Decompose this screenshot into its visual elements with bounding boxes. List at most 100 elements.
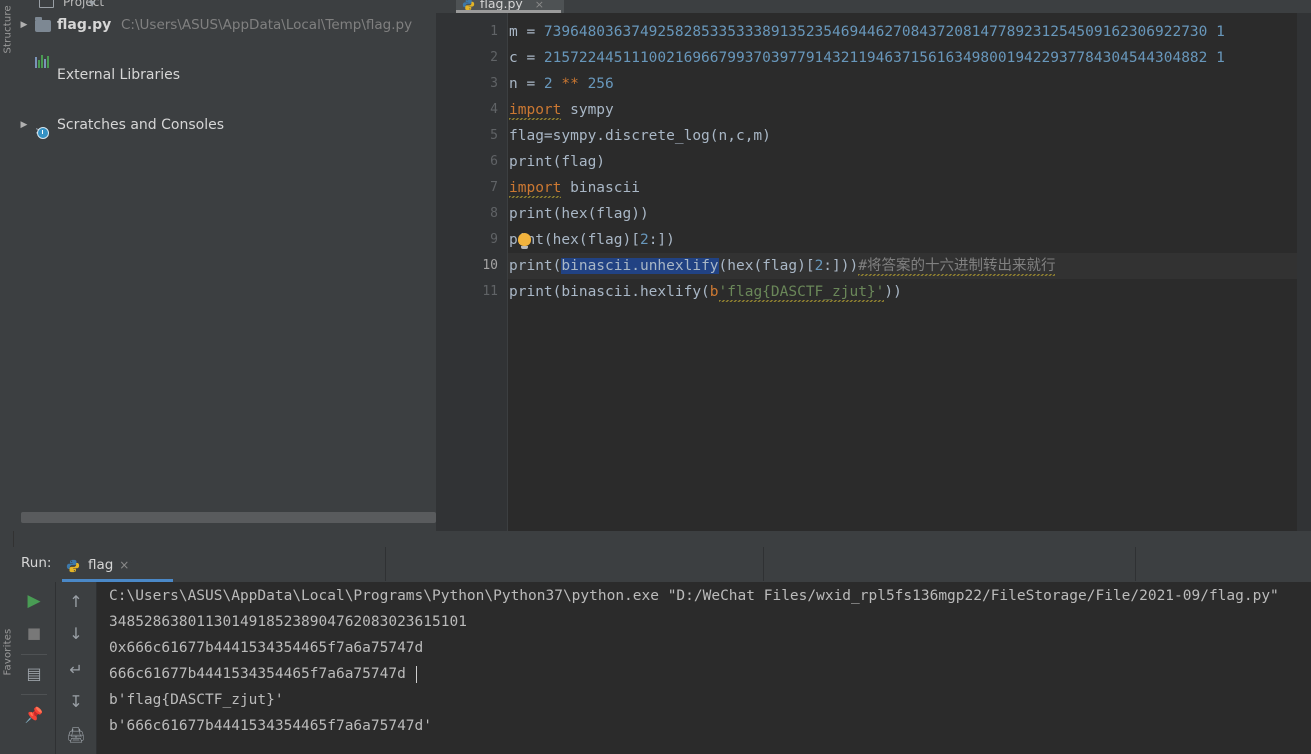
tab-bar-divider — [1135, 547, 1136, 581]
code-token: )) — [884, 284, 902, 300]
editor-tab-bar: flag.py × — [436, 0, 1311, 13]
code-token-keyword: import — [509, 102, 562, 120]
code-line-6[interactable]: print(flag) — [508, 149, 1311, 175]
code-line-7[interactable]: import binascii — [508, 175, 1311, 201]
project-horizontal-scrollbar[interactable] — [21, 512, 436, 523]
code-line-8[interactable]: print(hex(flag)) — [508, 201, 1311, 227]
run-tab-flag[interactable]: flag × — [62, 551, 137, 581]
scroll-up-button[interactable]: ↑ — [61, 586, 91, 616]
code-token: (hex(flag)[ — [718, 258, 815, 274]
project-tree-panel[interactable]: ▶ flag.py C:\Users\ASUS\AppData\Local\Te… — [13, 13, 436, 531]
line-number: 5 — [490, 128, 498, 143]
toolbar-column-divider — [55, 582, 56, 754]
libraries-icon — [35, 55, 51, 83]
line-number: 10 — [482, 258, 498, 273]
pin-tab-button[interactable]: 📌 — [19, 700, 49, 730]
code-token: print(flag) — [509, 154, 606, 170]
scroll-down-button[interactable]: ↓ — [61, 618, 91, 648]
code-token-selected[interactable]: binascii.unhexlify — [561, 258, 719, 274]
code-line-3[interactable]: n = 2 ** 256 — [508, 71, 1311, 97]
code-token: sympy — [561, 102, 614, 118]
line-number: 4 — [490, 102, 498, 117]
expand-arrow-icon[interactable]: ▶ — [17, 113, 31, 138]
tree-item-path: C:\Users\ASUS\AppData\Local\Temp\flag.py — [121, 17, 413, 33]
stop-button[interactable]: ■ — [19, 618, 49, 648]
code-token: int(hex(flag)[ — [517, 232, 640, 248]
toolbar-divider — [21, 694, 47, 695]
line-number: 6 — [490, 154, 498, 169]
scroll-to-end-button[interactable]: ↧ — [61, 686, 91, 716]
code-token: print( — [509, 258, 562, 274]
line-number: 8 — [490, 206, 498, 221]
code-token-number: 256 — [587, 76, 614, 92]
code-line-4[interactable]: import sympy — [508, 97, 1311, 123]
run-window-label: Run: — [21, 555, 52, 571]
project-window-icon — [39, 0, 54, 8]
print-button[interactable]: 🖨 — [61, 720, 91, 750]
code-line-11[interactable]: print(binascii.hexlify(b'flag{DASCTF_zju… — [508, 279, 1311, 305]
python-run-icon — [66, 559, 80, 573]
line-number: 9 — [490, 232, 498, 247]
editor-gutter[interactable]: 1 2 3 4 5 6 7 8 9 10 11 — [436, 13, 507, 531]
project-panel-title: Project — [63, 0, 105, 9]
code-line-1[interactable]: m = 739648036374925828533533389135235469… — [508, 19, 1311, 45]
run-tab-bar: Run: flag × — [13, 547, 1311, 583]
tree-item-external-libraries[interactable]: External Libraries — [13, 55, 436, 88]
line-number: 7 — [490, 180, 498, 195]
code-editor[interactable]: flag.py × 1 2 3 4 5 6 7 8 9 10 11 m = 73… — [436, 0, 1311, 531]
code-line-2[interactable]: c = 215722445111002169667993703977914321… — [508, 45, 1311, 71]
console-line: C:\Users\ASUS\AppData\Local\Programs\Pyt… — [109, 588, 1279, 604]
tree-item-label: External Libraries — [57, 67, 180, 83]
code-token-prefix: b — [709, 284, 719, 300]
code-token: print(binascii.hexlify( — [509, 284, 710, 300]
code-token-operator: ** — [552, 76, 588, 92]
code-token-string: 'flag{DASCTF_zjut}' — [718, 284, 885, 302]
code-token-number: 2 — [639, 232, 649, 248]
code-token: flag=sympy.discrete_log(n,c,m) — [509, 128, 771, 144]
line-number: 2 — [490, 50, 498, 65]
run-tab-label: flag — [88, 557, 114, 573]
code-token: m = — [509, 24, 544, 40]
code-line-9[interactable]: pint(hex(flag)[2:]) — [508, 227, 1311, 253]
code-text-area[interactable]: m = 739648036374925828533533389135235469… — [508, 13, 1311, 531]
layout-settings-button[interactable]: ▤ — [19, 658, 49, 688]
run-toolbar: ▶ ■ ▤ 📌 ↑ ↓ ↵ ↧ 🖨 — [13, 582, 97, 754]
code-token: p — [509, 232, 518, 248]
code-token-number: 2 — [543, 76, 553, 92]
code-token-number: 2 — [814, 258, 824, 274]
code-token: binascii — [561, 180, 640, 196]
editor-scrollbar[interactable] — [1297, 13, 1311, 531]
expand-arrow-icon[interactable]: ▶ — [17, 13, 31, 38]
line-number: 3 — [490, 76, 498, 91]
console-output[interactable]: C:\Users\ASUS\AppData\Local\Programs\Pyt… — [97, 582, 1311, 754]
scratches-icon: >_ — [35, 118, 51, 139]
tool-tab-structure[interactable]: Structure — [3, 0, 14, 53]
code-token-keyword: import — [509, 180, 562, 198]
console-line: 3485286380113014918523890476208302361510… — [109, 614, 467, 630]
tree-item-label: flag.py — [57, 17, 112, 33]
folder-icon — [35, 17, 51, 33]
run-button[interactable]: ▶ — [19, 586, 49, 616]
code-token-number: 7396480363749258285335333891352354694462… — [543, 24, 1225, 40]
tree-item-flag-py[interactable]: ▶ flag.py C:\Users\ASUS\AppData\Local\Te… — [13, 13, 436, 38]
run-tool-window: Run: flag × ▶ ■ ▤ � — [13, 547, 1311, 754]
chevron-down-icon[interactable]: ▼ — [89, 0, 95, 8]
code-line-10[interactable]: print(binascii.unhexlify(hex(flag)[2:]))… — [508, 253, 1311, 279]
intention-bulb-icon[interactable] — [518, 233, 531, 249]
code-token: :])) — [823, 258, 859, 274]
tool-tab-favorites[interactable]: Favorites — [3, 616, 14, 676]
tree-item-scratches-consoles[interactable]: ▶ >_ Scratches and Consoles — [13, 113, 436, 139]
line-number: 11 — [482, 284, 498, 299]
code-token: n = — [509, 76, 544, 92]
code-line-5[interactable]: flag=sympy.discrete_log(n,c,m) — [508, 123, 1311, 149]
code-token-comment: #将答案的十六进制转出来就行 — [858, 258, 1056, 276]
close-icon[interactable]: × — [119, 551, 129, 579]
code-token: print(hex(flag)) — [509, 206, 649, 222]
tab-bar-divider — [385, 547, 386, 581]
pycharm-window: Structure Favorites Project ▼ ⚓ ▲ ✚ ▶ fl… — [0, 0, 1311, 754]
console-line: b'flag{DASCTF_zjut}' — [109, 692, 284, 708]
soft-wrap-button[interactable]: ↵ — [61, 654, 91, 684]
code-token: c = — [509, 50, 544, 66]
tab-bar-divider — [763, 547, 764, 581]
console-caret — [416, 666, 417, 683]
